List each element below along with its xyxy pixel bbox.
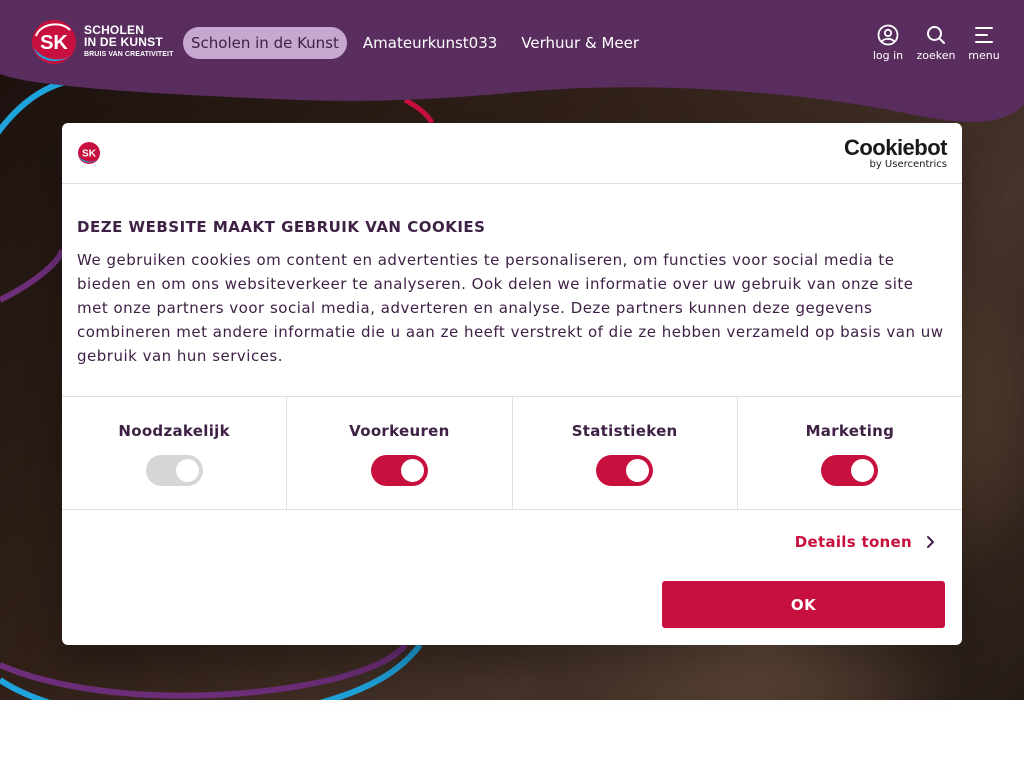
login-label: log in [872, 49, 904, 62]
site-logo[interactable]: SK SCHOLEN IN DE KUNST BRUIS VAN CREATIV… [30, 18, 173, 66]
dialog-header: SK Cookiebot by Usercentrics [62, 123, 962, 184]
page-content-area [0, 700, 1024, 768]
category-statistics: Statistieken [513, 397, 738, 509]
menu-label: menu [968, 49, 1000, 62]
nav-item-scholen-in-de-kunst[interactable]: Scholen in de Kunst [183, 27, 347, 59]
chevron-right-icon [927, 536, 934, 548]
marketing-toggle[interactable] [821, 455, 879, 486]
logo-mark: SK [30, 18, 78, 66]
cookiebot-logo[interactable]: Cookiebot by Usercentrics [843, 135, 948, 171]
logo-line-1: SCHOLEN [84, 22, 145, 37]
ok-button[interactable]: OK [662, 581, 945, 628]
preferences-toggle[interactable] [370, 455, 428, 486]
logo-text: SCHOLEN IN DE KUNST BRUIS VAN CREATIVITE… [84, 24, 173, 61]
cookie-consent-dialog: SK Cookiebot by Usercentrics DEZE WEBSIT… [62, 123, 962, 645]
show-details-label: Details tonen [794, 533, 912, 551]
category-label: Voorkeuren [349, 422, 450, 440]
search-label: zoeken [916, 49, 956, 62]
menu-button[interactable]: menu [964, 24, 1004, 62]
site-logo-small: SK [78, 142, 100, 164]
category-label: Statistieken [571, 422, 678, 440]
cookiebot-name: Cookiebot [843, 135, 948, 160]
login-button[interactable]: log in [868, 24, 908, 62]
category-marketing: Marketing [738, 397, 962, 509]
logo-tagline: BRUIS VAN CREATIVITEIT [84, 50, 174, 58]
nav-item-amateurkunst033[interactable]: Amateurkunst033 [355, 27, 505, 59]
svg-text:SK: SK [40, 32, 68, 54]
logo-line-2: IN DE KUNST [84, 34, 163, 49]
statistics-toggle[interactable] [596, 455, 654, 486]
search-icon [927, 26, 945, 44]
menu-icon [975, 27, 993, 43]
main-nav: Scholen in de Kunst Amateurkunst033 Verh… [183, 27, 647, 59]
category-label: Marketing [805, 422, 895, 440]
dialog-text: We gebruiken cookies om content en adver… [77, 251, 944, 365]
category-label: Noodzakelijk [118, 422, 230, 440]
necessary-toggle [145, 455, 203, 486]
svg-text:SK: SK [82, 149, 97, 160]
header-tools: log in zoeken menu [868, 24, 1004, 62]
site-header: SK SCHOLEN IN DE KUNST BRUIS VAN CREATIV… [0, 0, 1024, 130]
category-preferences: Voorkeuren [287, 397, 513, 509]
nav-item-verhuur-en-meer[interactable]: Verhuur & Meer [513, 27, 647, 59]
user-circle-icon [877, 24, 899, 46]
consent-categories: Noodzakelijk Voorkeuren Statistieken Mar… [62, 396, 962, 510]
cookiebot-by: by Usercentrics [869, 159, 947, 170]
category-necessary: Noodzakelijk [62, 397, 288, 509]
search-button[interactable]: zoeken [916, 24, 956, 62]
dialog-title: DEZE WEBSITE MAAKT GEBRUIK VAN COOKIES [77, 218, 486, 236]
show-details-link[interactable]: Details tonen [795, 533, 936, 551]
dialog-body: DEZE WEBSITE MAAKT GEBRUIK VAN COOKIES W… [62, 184, 962, 396]
